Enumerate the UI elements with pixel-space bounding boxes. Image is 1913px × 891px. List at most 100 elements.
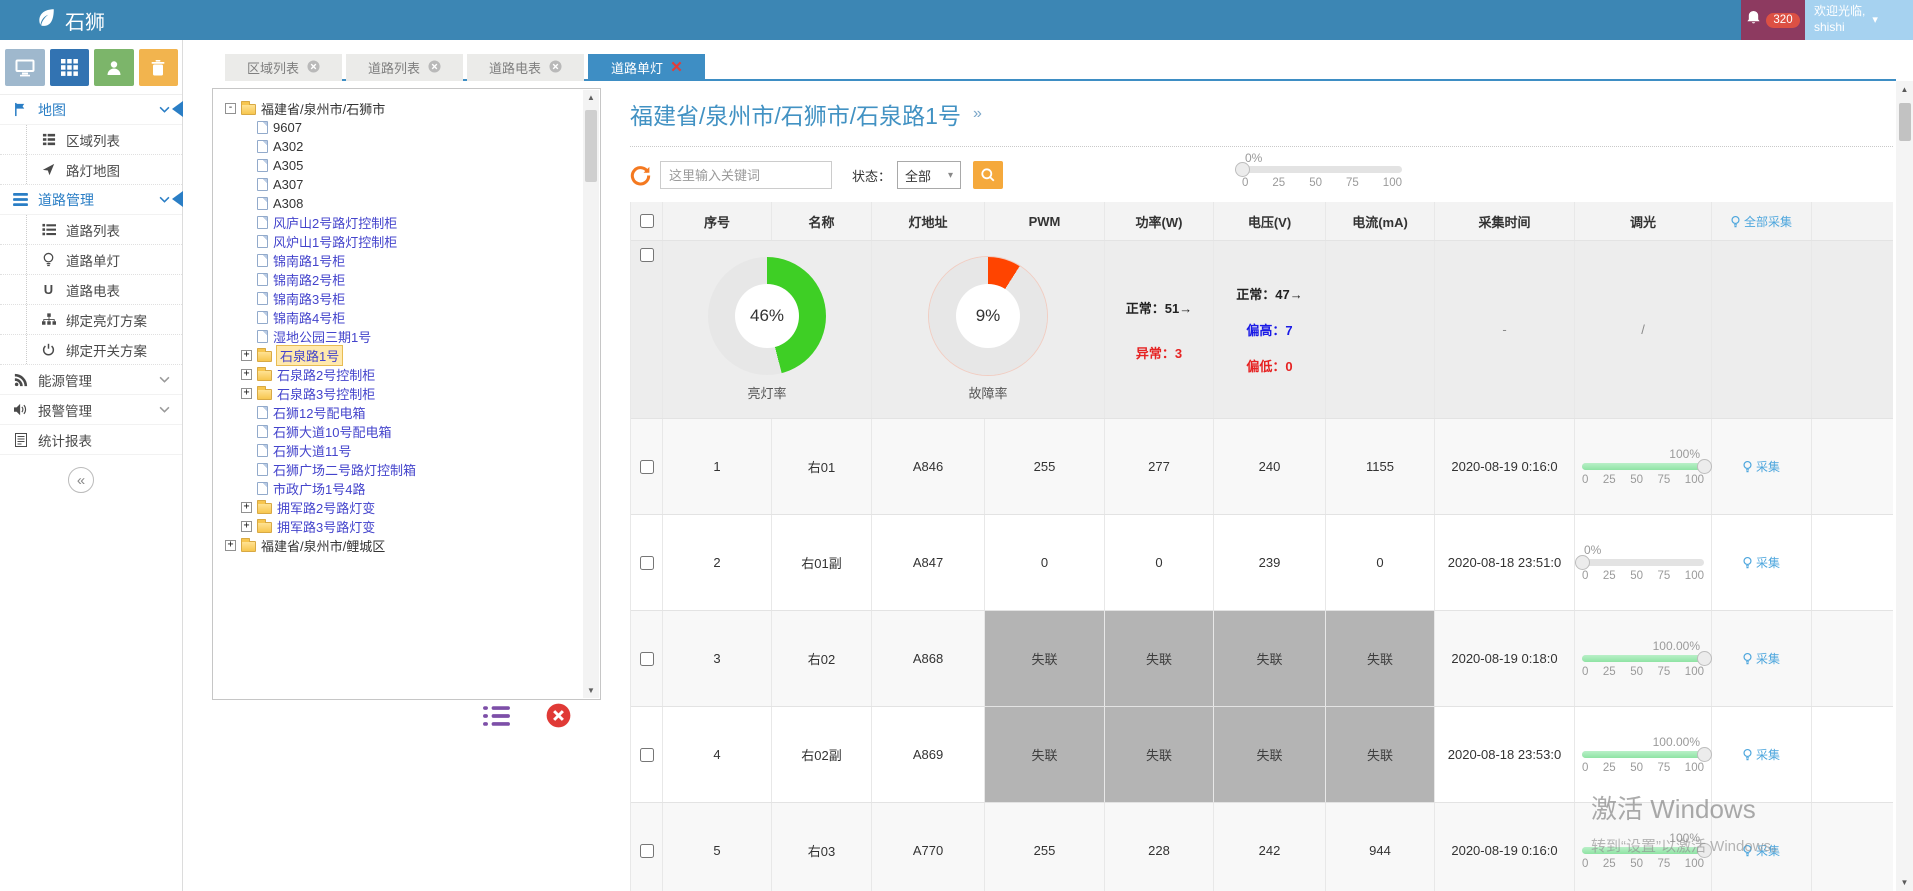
slider-handle[interactable]	[1575, 555, 1590, 570]
monitor-icon[interactable]	[5, 49, 45, 86]
status-select[interactable]: 全部 ▾	[897, 161, 961, 189]
collect-button[interactable]: 采集	[1743, 650, 1780, 667]
search-button[interactable]	[973, 161, 1003, 189]
tree-node[interactable]: A302	[241, 137, 578, 156]
slider-handle[interactable]	[1697, 651, 1712, 666]
tree-node-label[interactable]: 锦南路1号柜	[273, 251, 345, 270]
sidebar-item-bind-light-plan[interactable]: 绑定亮灯方案	[0, 305, 182, 335]
tree-node[interactable]: 风庐山2号路灯控制柜	[241, 213, 578, 232]
collect-button[interactable]: 采集	[1743, 842, 1780, 859]
scroll-up-icon[interactable]: ▲	[587, 93, 595, 102]
tree-node[interactable]: 锦南路3号柜	[241, 289, 578, 308]
slider-handle[interactable]	[1235, 162, 1250, 177]
expand-expander-icon[interactable]: +	[225, 540, 236, 551]
close-circle-icon[interactable]	[428, 60, 441, 76]
tree-node-label[interactable]: 石泉路2号控制柜	[277, 365, 375, 384]
tree-node-label[interactable]: 锦南路2号柜	[273, 270, 345, 289]
tree-scrollbar[interactable]: ▲ ▼	[583, 90, 599, 698]
tree-node-label[interactable]: 拥军路2号路灯变	[277, 498, 375, 517]
tree-node-label[interactable]: A305	[273, 158, 303, 173]
tree-node[interactable]: + 石泉路3号控制柜	[241, 384, 578, 403]
tree-node[interactable]: 石狮大道11号	[241, 441, 578, 460]
trash-icon[interactable]	[139, 49, 179, 86]
tree-node-label[interactable]: 石狮大道11号	[273, 441, 352, 460]
slider-handle[interactable]	[1697, 459, 1712, 474]
scrollbar-thumb[interactable]	[1899, 103, 1911, 141]
tree-node-label[interactable]: 拥军路3号路灯变	[277, 517, 375, 536]
collect-button[interactable]: 采集	[1743, 554, 1780, 571]
list-view-button[interactable]	[483, 705, 510, 727]
tree-node[interactable]: A307	[241, 175, 578, 194]
tree-node-label[interactable]: 风庐山2号路灯控制柜	[273, 213, 397, 232]
tree-node[interactable]: + 福建省/泉州市/鲤城区	[225, 536, 578, 555]
row-checkbox[interactable]	[640, 556, 654, 570]
expand-expander-icon[interactable]: +	[241, 369, 252, 380]
tree-node-label[interactable]: 锦南路4号柜	[273, 308, 345, 327]
search-input[interactable]	[660, 161, 832, 189]
tree-node[interactable]: 锦南路2号柜	[241, 270, 578, 289]
tree-node[interactable]: + 石泉路2号控制柜	[241, 365, 578, 384]
slider-track[interactable]	[1582, 751, 1704, 758]
tree-node[interactable]: A308	[241, 194, 578, 213]
tree-node[interactable]: 湿地公园三期1号	[241, 327, 578, 346]
expand-expander-icon[interactable]: +	[241, 388, 252, 399]
close-circle-button[interactable]	[546, 703, 571, 728]
expand-expander-icon[interactable]: +	[241, 502, 252, 513]
tree-node[interactable]: 石狮12号配电箱	[241, 403, 578, 422]
scroll-down-icon[interactable]: ▼	[587, 686, 595, 695]
tree-node-label[interactable]: A308	[273, 196, 303, 211]
slider-track[interactable]	[1582, 559, 1704, 566]
scroll-up-icon[interactable]: ▲	[1901, 85, 1909, 94]
tab-area-list[interactable]: 区域列表	[225, 54, 342, 81]
tree-node-label[interactable]: 湿地公园三期1号	[273, 327, 371, 346]
tree-node[interactable]: 锦南路4号柜	[241, 308, 578, 327]
tree-node-label[interactable]: 市政广场1号4路	[273, 479, 365, 498]
tab-road-meter[interactable]: 道路电表	[467, 54, 584, 81]
sidebar-item-alarm[interactable]: 报警管理	[0, 395, 182, 425]
sidebar-item-road-lamp[interactable]: 道路单灯	[0, 245, 182, 275]
tree-node[interactable]: 市政广场1号4路	[241, 479, 578, 498]
tree-node[interactable]: + 拥军路2号路灯变	[241, 498, 578, 517]
close-circle-icon[interactable]	[307, 60, 320, 76]
tab-road-lamp[interactable]: 道路单灯	[588, 54, 705, 81]
user-menu[interactable]: 欢迎光临,shishi ▾	[1805, 0, 1913, 40]
row-checkbox[interactable]	[640, 460, 654, 474]
tree-node-label[interactable]: 福建省/泉州市/石狮市	[261, 99, 385, 118]
row-checkbox[interactable]	[640, 844, 654, 858]
notifications-button[interactable]: 320	[1741, 0, 1805, 40]
slider-handle[interactable]	[1697, 843, 1712, 858]
tree-node-label[interactable]: 福建省/泉州市/鲤城区	[261, 536, 385, 555]
slider-track[interactable]	[1242, 166, 1402, 173]
refresh-icon[interactable]	[630, 165, 651, 186]
user-icon[interactable]	[94, 49, 134, 86]
select-all-checkbox[interactable]	[640, 214, 654, 228]
tree-node-label[interactable]: 石泉路3号控制柜	[277, 384, 375, 403]
tree-node[interactable]: - 福建省/泉州市/石狮市	[225, 99, 578, 118]
vertical-scrollbar[interactable]: ▲ ▼	[1896, 81, 1913, 891]
sidebar-item-energy[interactable]: 能源管理	[0, 365, 182, 395]
collect-button[interactable]: 采集	[1743, 458, 1780, 475]
collapse-expander-icon[interactable]: -	[225, 103, 236, 114]
sidebar-collapse-button[interactable]: «	[68, 467, 94, 493]
sidebar-item-area-list[interactable]: 区域列表	[0, 125, 182, 155]
sidebar-item-lamp-map[interactable]: 路灯地图	[0, 155, 182, 185]
row-checkbox[interactable]	[640, 652, 654, 666]
tree-node-label[interactable]: A307	[273, 177, 303, 192]
close-circle-icon[interactable]	[549, 60, 562, 76]
tree-node-label[interactable]: 石泉路1号	[277, 346, 342, 365]
tree-node-label[interactable]: 风炉山1号路灯控制柜	[273, 232, 397, 251]
tree-node-label[interactable]: 9607	[273, 120, 302, 135]
tree-node-label[interactable]: 石狮12号配电箱	[273, 403, 365, 422]
sidebar-item-bind-switch-plan[interactable]: 绑定开关方案	[0, 335, 182, 365]
tree-node[interactable]: + 拥军路3号路灯变	[241, 517, 578, 536]
tree-node[interactable]: A305	[241, 156, 578, 175]
slider-track[interactable]	[1582, 847, 1704, 854]
scrollbar-thumb[interactable]	[585, 110, 597, 182]
expand-expander-icon[interactable]: +	[241, 521, 252, 532]
sidebar-item-road-list[interactable]: 道路列表	[0, 215, 182, 245]
grid-icon[interactable]	[50, 49, 90, 86]
collect-all-button[interactable]: 全部采集	[1731, 213, 1792, 230]
sidebar-item-report[interactable]: 统计报表	[0, 425, 182, 455]
close-icon[interactable]	[671, 60, 682, 75]
sidebar-item-road-mgmt[interactable]: 道路管理	[0, 185, 182, 215]
